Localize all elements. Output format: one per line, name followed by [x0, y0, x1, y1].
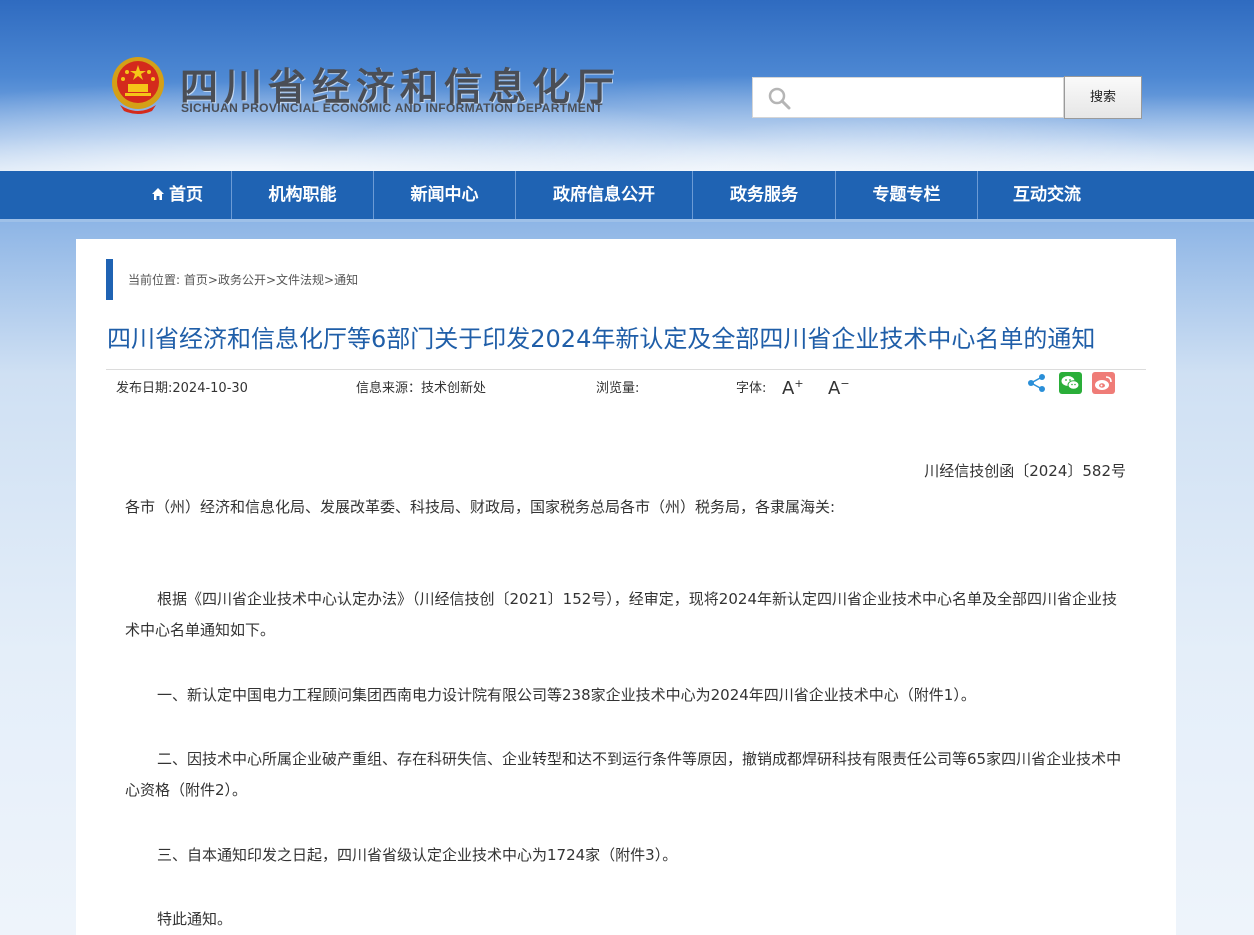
breadcrumb-separator: >: [265, 273, 277, 287]
font-decrease-label: A: [828, 378, 841, 399]
nav-item-organization[interactable]: 机构职能: [232, 171, 373, 219]
paragraph-text: 一、新认定中国电力工程顾问集团西南电力设计院有限公司等238家企业技术中心为20…: [157, 686, 976, 704]
page-title: 四川省经济和信息化厅等6部门关于印发2024年新认定及全部四川省企业技术中心名单…: [107, 325, 1096, 353]
nav-item-gov-info[interactable]: 政府信息公开: [516, 171, 692, 219]
paragraph-text: 三、自本通知印发之日起，四川省省级认定企业技术中心为1724家（附件3）。: [157, 846, 678, 864]
national-emblem-icon: [112, 57, 164, 114]
nav-item-topics[interactable]: 专题专栏: [836, 171, 977, 219]
share-icon[interactable]: [1027, 373, 1047, 393]
site-subtitle: SICHUAN PROVINCIAL ECONOMIC AND INFORMAT…: [181, 101, 603, 115]
breadcrumb-item-notices[interactable]: 通知: [334, 273, 358, 287]
nav-item-interaction[interactable]: 互动交流: [978, 171, 1116, 219]
salutation: 各市（州）经济和信息化局、发展改革委、科技局、财政局，国家税务总局各市（州）税务…: [125, 492, 1127, 523]
weibo-icon[interactable]: [1092, 372, 1115, 394]
info-source: 信息来源：技术创新处: [356, 381, 487, 396]
breadcrumb-item-documents[interactable]: 文件法规: [276, 273, 324, 287]
breadcrumb-accent: [106, 259, 113, 300]
paragraph-text: 根据《四川省企业技术中心认定办法》（川经信技创〔2021〕152号），经审定，现…: [125, 590, 1117, 639]
nav-item-services[interactable]: 政务服务: [693, 171, 835, 219]
font-increase-label: A: [782, 378, 795, 399]
breadcrumb-item-public-affairs[interactable]: 政务公开: [218, 273, 266, 287]
breadcrumb-separator: >: [324, 273, 335, 287]
breadcrumb-prefix: 当前位置:: [128, 273, 181, 287]
paragraph-item-1: 一、新认定中国电力工程顾问集团西南电力设计院有限公司等238家企业技术中心为20…: [125, 680, 1127, 711]
nav-item-home[interactable]: 首页: [124, 171, 230, 219]
site-header: 四川省经济和信息化厅 SICHUAN PROVINCIAL ECONOMIC A…: [0, 0, 1254, 171]
main-nav: 首页 机构职能 新闻中心 政府信息公开 政务服务 专题专栏 互动交流: [0, 171, 1254, 222]
search-icon: [768, 87, 791, 110]
paragraph-item-2: 二、因技术中心所属企业破产重组、存在科研失信、企业转型和达不到运行条件等原因，撤…: [125, 744, 1127, 806]
paragraph-intro: 根据《四川省企业技术中心认定办法》（川经信技创〔2021〕152号），经审定，现…: [125, 584, 1127, 646]
breadcrumb-item-home[interactable]: 首页: [184, 273, 208, 287]
paragraph-text: 特此通知。: [157, 910, 233, 928]
paragraph-closing: 特此通知。: [125, 904, 1127, 935]
breadcrumb: 当前位置: 首页>政务公开>文件法规>通知: [128, 271, 358, 288]
publish-date: 发布日期:2024-10-30: [116, 381, 248, 396]
home-icon: [152, 188, 164, 200]
wechat-icon[interactable]: [1059, 372, 1082, 394]
nav-item-label: 首页: [169, 185, 203, 205]
document-number: 川经信技创函〔2024〕582号: [924, 462, 1126, 480]
font-increase-button[interactable]: A+: [782, 377, 804, 399]
nav-item-news[interactable]: 新闻中心: [374, 171, 515, 219]
paragraph-text: 二、因技术中心所属企业破产重组、存在科研失信、企业转型和达不到运行条件等原因，撤…: [125, 750, 1122, 799]
font-decrease-button[interactable]: A−: [828, 377, 850, 399]
font-size-label: 字体:: [736, 381, 767, 396]
title-divider: [106, 369, 1146, 370]
article-container: 当前位置: 首页>政务公开>文件法规>通知 四川省经济和信息化厅等6部门关于印发…: [76, 239, 1176, 935]
salutation-text: 各市（州）经济和信息化局、发展改革委、科技局、财政局，国家税务总局各市（州）税务…: [125, 498, 836, 516]
breadcrumb-separator: >: [207, 273, 218, 287]
paragraph-item-3: 三、自本通知印发之日起，四川省省级认定企业技术中心为1724家（附件3）。: [125, 840, 1127, 871]
search-button[interactable]: 搜索: [1064, 76, 1142, 119]
search-input[interactable]: [752, 77, 1064, 118]
view-count: 浏览量:: [596, 381, 640, 396]
